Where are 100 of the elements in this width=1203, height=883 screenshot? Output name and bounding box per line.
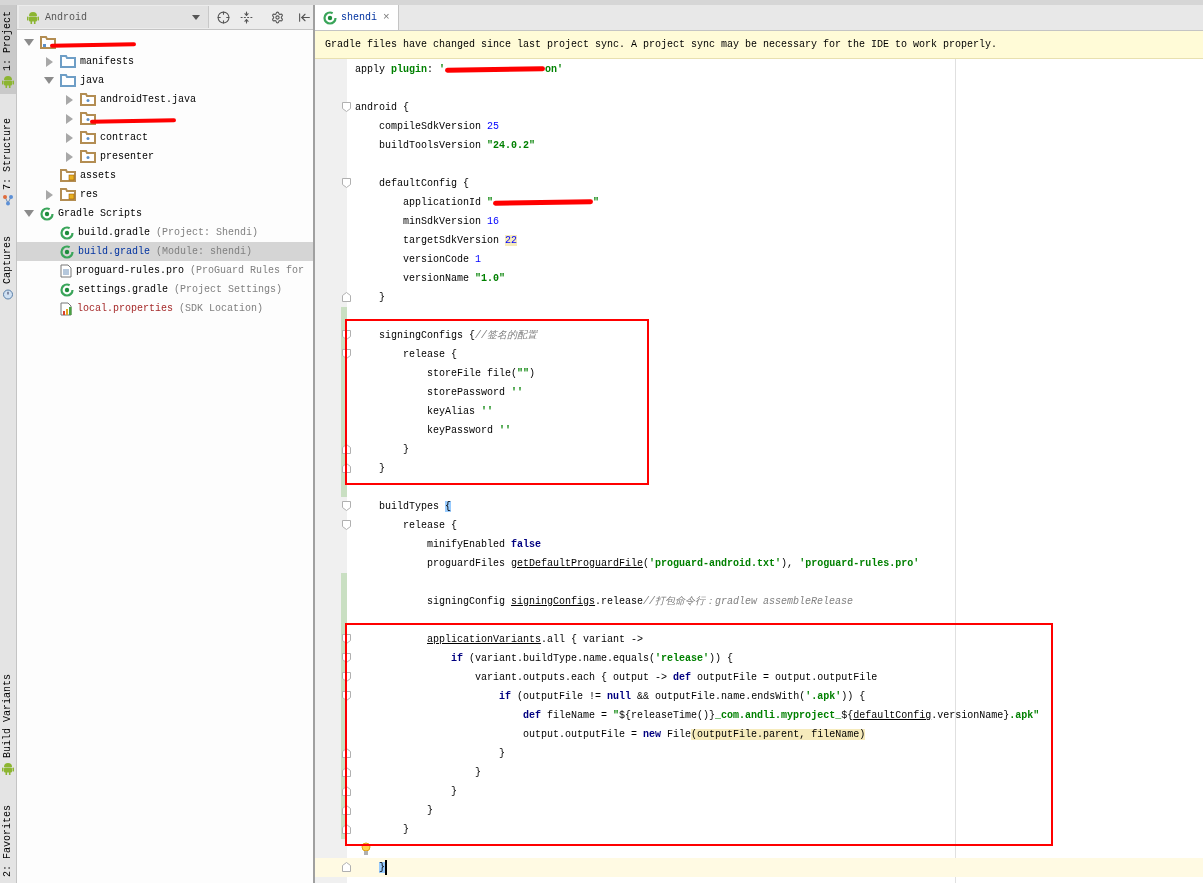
code-line: compileSdkVersion 25 [378,120,500,134]
code-line: buildTypes { [378,500,452,514]
code-line: targetSdkVersion 22 [402,234,518,248]
code-line: } [402,823,410,837]
tree-item-label: assets [80,169,116,183]
locate-icon[interactable] [217,10,230,24]
fold-marker-icon[interactable] [342,653,351,663]
gradle-icon [323,10,337,25]
tree-item[interactable]: androidTest.java [17,90,313,109]
tree-item[interactable]: presenter [17,147,313,166]
code-line: applicationVariants.all { variant -> [426,633,644,647]
expanded-arrow-icon[interactable] [41,75,57,86]
gradle-icon [60,225,74,240]
fold-marker-icon[interactable] [342,292,351,302]
tree-item[interactable]: res [17,185,313,204]
tool-window-button[interactable]: 2: Favorites [0,799,16,883]
tree-item-hint: (SDK Location) [179,302,264,316]
editor-tab[interactable]: shendi × [315,5,399,30]
code-line: minSdkVersion 16 [402,215,500,229]
code-line: variant.outputs.each { output -> def outputFile = output.outputFile [474,671,878,685]
settings-icon[interactable] [271,10,284,24]
caret-icon [192,14,200,20]
code-line: } [474,766,482,780]
fold-marker-icon[interactable] [342,330,351,340]
code-line: if (outputFile != null && outputFile.name.endsWith('.apk')) { [498,690,866,704]
tool-window-button[interactable]: Build Variants [0,667,16,781]
tree-item-hint: (Module: shendi) [156,245,253,259]
fold-marker-icon[interactable] [342,862,351,872]
tree-item[interactable]: build.gradle (Module: shendi) [17,242,313,261]
code-line: storePassword '' [426,386,524,400]
folder-icon [60,169,76,182]
code-line: output.outputFile = new File(outputFile.parent, fileName) [522,728,866,742]
code-line: signingConfig signingConfigs.release//打包命令行：gradlew assembleRelease [426,595,854,609]
android-icon [2,762,14,775]
tree-item-hint: (ProGuard Rules for [190,264,305,278]
tab-label: shendi [341,11,377,25]
tree-item[interactable]: manifests [17,52,313,71]
tree-item[interactable]: proguard-rules.pro (ProGuard Rules for [17,261,313,280]
tree-item[interactable]: settings.gradle (Project Settings) [17,280,313,299]
code-line: release { [402,348,458,362]
collapse-icon[interactable] [240,10,253,24]
notification-bar: Gradle files have changed since last project sync. A project sync may be necessary for the IDE to work properly. [315,31,1203,59]
fold-marker-icon[interactable] [342,824,351,834]
fold-marker-icon[interactable] [342,463,351,473]
folder-icon [80,112,96,125]
tree-item[interactable]: contract [17,128,313,147]
folder-icon [60,74,76,87]
folder-icon [80,150,96,163]
code-line: if (variant.buildType.name.equals('release')) { [450,652,734,666]
tree-item-label: settings.gradle [78,283,168,297]
tree-item[interactable]: build.gradle (Project: Shendi) [17,223,313,242]
code-line: apply plugin: ' on' [355,63,564,77]
close-button[interactable]: × [383,9,390,26]
tree-item[interactable]: assets [17,166,313,185]
tree-item[interactable]: local.properties (SDK Location) [17,299,313,318]
fold-marker-icon[interactable] [342,349,351,359]
folder-icon [60,188,76,201]
code-line: } [450,785,458,799]
code-line: versionName "1.0" [402,272,506,286]
expanded-arrow-icon[interactable] [21,37,37,48]
folder-icon [40,36,56,49]
hide-icon[interactable] [298,10,311,24]
code-line: } [402,443,410,457]
code-line: applicationId " " [402,196,600,210]
fold-marker-icon[interactable] [342,691,351,701]
code-line: signingConfigs {//签名的配置 [378,329,538,343]
tree-item[interactable]: java [17,71,313,90]
fold-marker-icon[interactable] [342,767,351,777]
fold-marker-icon[interactable] [342,748,351,758]
folder-icon [80,131,96,144]
tree-item-label: contract [100,131,148,145]
tool-window-button[interactable]: 1: Project [0,5,16,94]
fold-marker-icon[interactable] [342,444,351,454]
lightbulb-icon[interactable] [361,841,371,856]
view-dropdown[interactable]: Android [19,6,209,28]
tool-window-button[interactable]: 7: Structure [0,112,16,213]
code-line: versionCode 1 [402,253,482,267]
expanded-arrow-icon[interactable] [21,208,37,219]
gradle-icon [60,244,74,259]
tree-item-hint: (Project: Shendi) [156,226,259,240]
tool-window-button[interactable]: Captures [0,230,16,307]
code-line: } [378,462,386,476]
tree-item-label: build.gradle [78,226,150,240]
fold-marker-icon[interactable] [342,634,351,644]
code-line: release { [402,519,458,533]
tree-item-label: proguard-rules.pro [76,264,185,278]
fold-marker-icon[interactable] [342,102,351,112]
code-line: } [426,804,434,818]
tree-item[interactable]: Gradle Scripts [17,204,313,223]
code-line: minifyEnabled false [426,538,542,552]
tree-item-label: res [80,188,98,202]
android-icon [27,10,39,24]
fold-marker-icon[interactable] [342,501,351,511]
fold-marker-icon[interactable] [342,520,351,530]
fold-marker-icon[interactable] [342,805,351,815]
code-line: defaultConfig { [378,177,470,191]
fold-marker-icon[interactable] [342,672,351,682]
fold-marker-icon[interactable] [342,178,351,188]
fold-marker-icon[interactable] [342,786,351,796]
gradle-icon [40,206,54,221]
